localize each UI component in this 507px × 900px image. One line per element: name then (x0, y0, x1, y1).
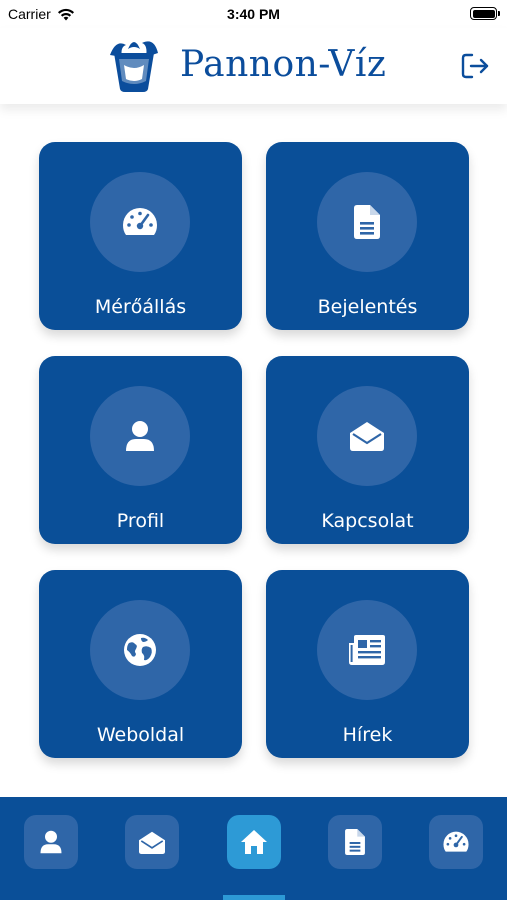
app-header: Pannon-Víz (0, 28, 507, 104)
globe-icon (124, 634, 156, 666)
gauge-icon (123, 208, 157, 235)
brand: Pannon-Víz (106, 34, 386, 94)
bottom-nav (0, 797, 507, 900)
envelope-open-icon (350, 422, 384, 451)
nav-bejelentes-button[interactable] (328, 815, 382, 869)
home-icon (241, 830, 267, 854)
tile-icon-circle (317, 600, 417, 700)
nav-meroallas-button[interactable] (429, 815, 483, 869)
tile-label: Kapcsolat (321, 510, 414, 532)
tile-label: Profil (116, 510, 165, 532)
tile-icon-circle (90, 600, 190, 700)
tile-bejelentes[interactable]: Bejelentés (266, 142, 469, 330)
user-icon (126, 421, 154, 451)
tile-icon-circle (90, 172, 190, 272)
tile-icon-circle (90, 386, 190, 486)
user-icon (40, 830, 62, 854)
tile-kapcsolat[interactable]: Kapcsolat (266, 356, 469, 544)
document-icon (345, 829, 365, 855)
battery-icon (470, 7, 500, 20)
status-bar: Carrier 3:40 PM (0, 0, 507, 28)
tile-label: Mérőállás (94, 296, 187, 318)
tile-label: Bejelentés (317, 296, 418, 318)
nav-kapcsolat-button[interactable] (125, 815, 179, 869)
status-time: 3:40 PM (227, 6, 280, 22)
logout-button[interactable] (459, 50, 491, 82)
tile-icon-circle (317, 172, 417, 272)
active-tab-indicator (223, 895, 285, 900)
tile-meroallas[interactable]: Mérőállás (39, 142, 242, 330)
tile-label: Weboldal (96, 724, 185, 746)
logout-icon (461, 53, 489, 79)
newspaper-icon (349, 635, 385, 665)
document-icon (354, 205, 380, 239)
nav-profil-button[interactable] (24, 815, 78, 869)
tile-label: Hírek (342, 724, 393, 746)
tile-icon-circle (317, 386, 417, 486)
tile-weboldal[interactable]: Weboldal (39, 570, 242, 758)
tile-hirek[interactable]: Hírek (266, 570, 469, 758)
envelope-open-icon (139, 831, 165, 854)
water-glass-icon (110, 41, 158, 92)
tile-profil[interactable]: Profil (39, 356, 242, 544)
nav-home-button[interactable] (227, 815, 281, 869)
app-title: Pannon-Víz (180, 43, 387, 85)
gauge-icon (443, 831, 469, 852)
